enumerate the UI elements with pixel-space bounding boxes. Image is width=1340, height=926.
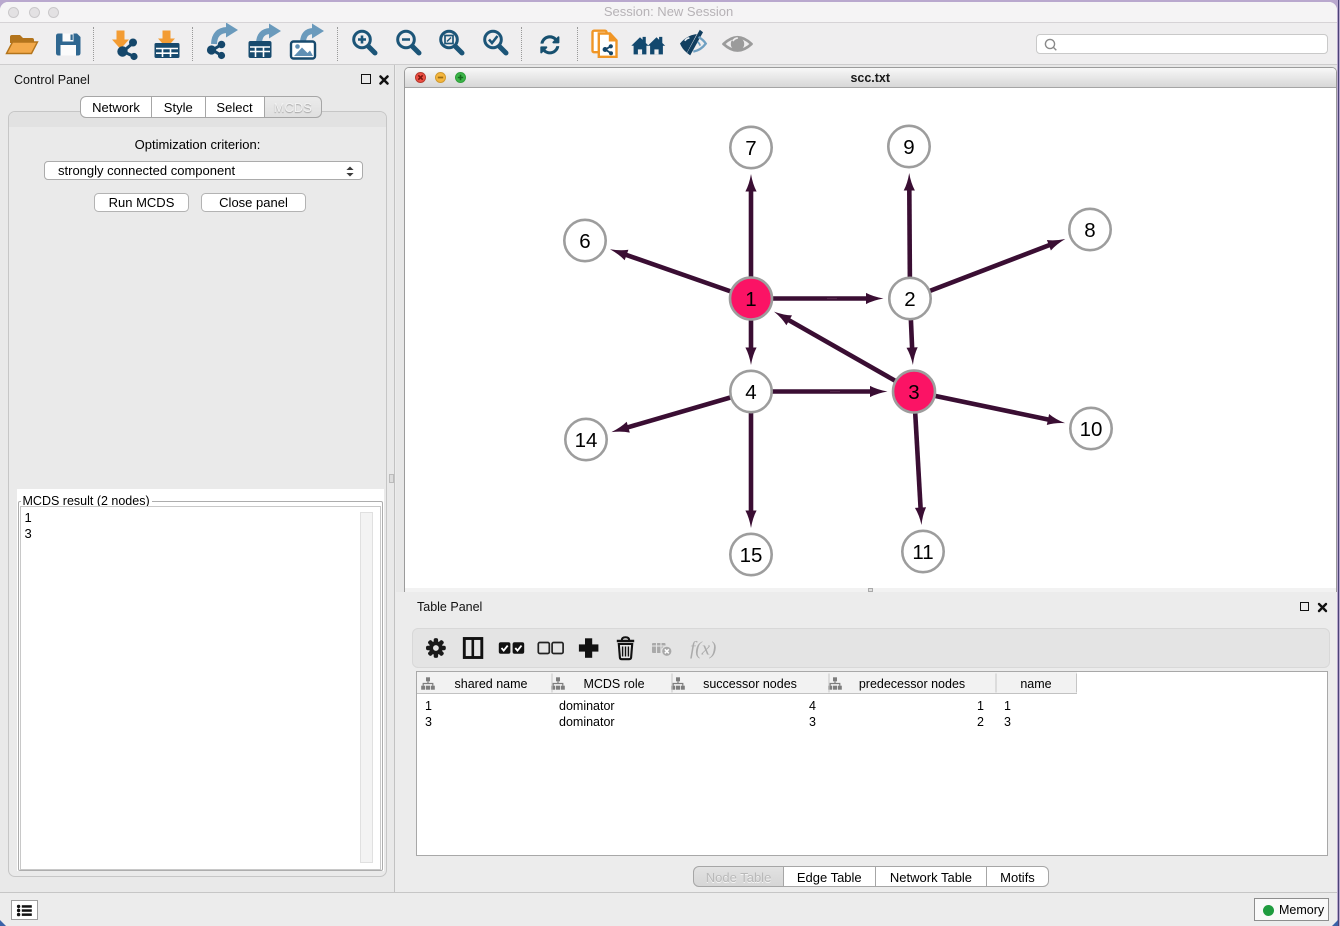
svg-text:10: 10 bbox=[1079, 418, 1102, 441]
svg-text:predecessor nodes: predecessor nodes bbox=[859, 677, 965, 691]
svg-text:3: 3 bbox=[908, 381, 919, 404]
svg-text:14: 14 bbox=[574, 429, 597, 452]
svg-text:8: 8 bbox=[1084, 219, 1095, 242]
svg-text:6: 6 bbox=[579, 230, 590, 253]
svg-text:7: 7 bbox=[745, 137, 756, 160]
svg-text:9: 9 bbox=[903, 136, 914, 159]
svg-text:2: 2 bbox=[904, 288, 915, 311]
svg-text:shared name: shared name bbox=[455, 677, 528, 691]
svg-text:successor nodes: successor nodes bbox=[703, 677, 797, 691]
svg-text:MCDS role: MCDS role bbox=[583, 677, 644, 691]
svg-text:f(x): f(x) bbox=[690, 639, 716, 660]
svg-text:11: 11 bbox=[912, 541, 933, 564]
svg-text:1: 1 bbox=[745, 288, 756, 311]
svg-text:15: 15 bbox=[739, 544, 762, 567]
svg-text:name: name bbox=[1020, 677, 1051, 691]
svg-text:4: 4 bbox=[745, 381, 756, 404]
